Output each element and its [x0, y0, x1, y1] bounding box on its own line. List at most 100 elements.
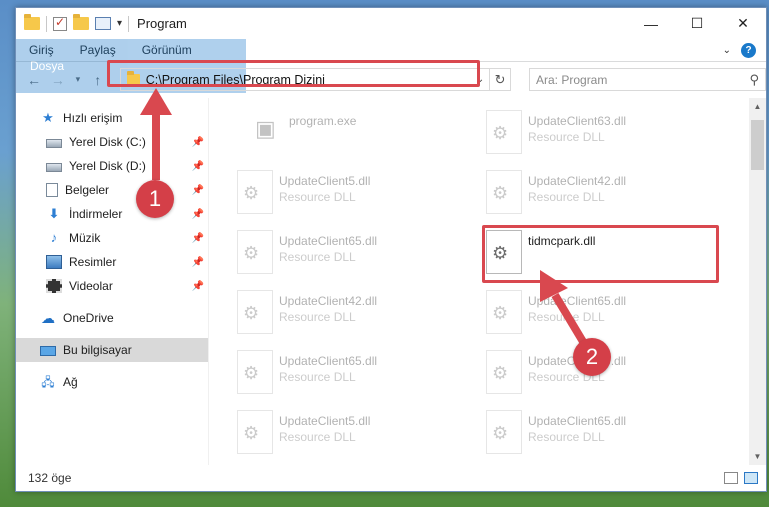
file-name: UpdateClient5.dll — [279, 414, 371, 428]
pin-icon: 📌 — [191, 208, 204, 220]
file-type: Resource DLL — [279, 190, 356, 204]
sidebar-item-onedrive[interactable]: ☁ OneDrive — [16, 306, 208, 330]
file-name: UpdateClient42.dll — [528, 174, 627, 188]
close-button[interactable]: ✕ — [720, 8, 766, 39]
file-type: Resource DLL — [279, 370, 356, 384]
file-name: UpdateClient63.dll — [528, 114, 627, 128]
file-type: Resource DLL — [528, 130, 605, 144]
explorer-window: ▾ Program — ☐ ✕ Dosya Giriş Paylaş Görün… — [15, 7, 767, 492]
dll-gear-icon — [237, 350, 273, 394]
window-title: Program — [137, 16, 187, 31]
pin-icon: 📌 — [191, 184, 204, 196]
status-bar: 132 öge — [16, 465, 766, 491]
file-item[interactable]: UpdateClient42.dll Resource DLL — [237, 290, 467, 344]
vertical-scrollbar[interactable]: ▲ ▼ — [749, 98, 766, 465]
file-item[interactable]: UpdateClient65.dll Resource DLL — [237, 350, 467, 404]
file-item[interactable]: UpdateClient42.dll Resource DLL — [486, 170, 716, 224]
dll-gear-icon — [237, 410, 273, 454]
sidebar-item-quick-access[interactable]: ★ Hızlı erişim — [16, 106, 208, 130]
dll-gear-icon — [237, 290, 273, 334]
help-icon[interactable]: ? — [741, 42, 756, 58]
pin-icon: 📌 — [191, 256, 204, 268]
sidebar-item-label: Resimler — [69, 255, 117, 269]
minimize-button[interactable]: — — [628, 8, 674, 39]
dll-gear-icon — [486, 290, 522, 334]
properties-check-icon[interactable] — [53, 15, 67, 31]
file-item[interactable]: UpdateClient63.dll Resource DLL — [486, 110, 716, 164]
file-item[interactable]: program.exe — [247, 110, 477, 164]
file-type: Resource DLL — [279, 430, 356, 444]
expand-ribbon-icon[interactable]: ⌄ — [723, 45, 731, 56]
dll-gear-icon — [486, 110, 522, 154]
cloud-icon: ☁ — [41, 310, 55, 326]
dll-gear-icon — [237, 230, 273, 274]
sidebar-item-label: Yerel Disk (C:) — [69, 135, 146, 149]
file-list: program.exe UpdateClient63.dll Resource D… — [209, 98, 766, 465]
sidebar-item-label: Videolar — [69, 279, 113, 293]
file-name: tidmcpark.dll — [528, 234, 596, 248]
sidebar-item-music[interactable]: ♪ Müzik 📌 — [16, 226, 208, 250]
sidebar-item-pictures[interactable]: Resimler 📌 — [16, 250, 208, 274]
folder-icon — [24, 14, 40, 30]
sidebar-item-downloads[interactable]: ⬇ İndirmeler 📌 — [16, 202, 208, 226]
drive-icon — [46, 163, 62, 172]
maximize-button[interactable]: ☐ — [674, 8, 720, 39]
sidebar-item-videos[interactable]: Videolar 📌 — [16, 274, 208, 298]
executable-icon — [247, 110, 283, 154]
scroll-thumb[interactable] — [751, 120, 764, 170]
file-item[interactable]: UpdateClient5.dll Resource DLL — [237, 410, 467, 464]
file-item[interactable]: UpdateClient65.dll Resource DLL — [237, 230, 467, 284]
sidebar-item-this-pc[interactable]: Bu bilgisayar — [16, 338, 208, 362]
file-name: UpdateClient42.dll — [279, 294, 378, 308]
quick-access-toolbar: ▾ — [16, 14, 130, 32]
file-type: Resource DLL — [279, 310, 356, 324]
item-count: 132 öge — [28, 471, 72, 485]
customize-dropdown-icon[interactable]: ▾ — [117, 18, 122, 29]
address-bar[interactable]: C:\Program Files\Program Dizini ⌄ — [119, 68, 491, 91]
sidebar-item-label: Bu bilgisayar — [63, 343, 132, 357]
divider — [46, 15, 47, 32]
sidebar-item-disk-c[interactable]: Yerel Disk (C:) 📌 — [16, 130, 208, 154]
star-icon: ★ — [42, 110, 54, 125]
main-area: ★ Hızlı erişim Yerel Disk (C:) 📌 Yerel D… — [16, 98, 766, 465]
sidebar-item-disk-d[interactable]: Yerel Disk (D:) 📌 — [16, 154, 208, 178]
sidebar-item-label: Hızlı erişim — [63, 111, 123, 125]
dll-gear-icon — [486, 410, 522, 454]
file-type: Resource DLL — [528, 370, 605, 384]
address-path: C:\Program Files\Program Dizini — [145, 72, 325, 87]
scroll-down-icon[interactable]: ▼ — [749, 448, 766, 465]
sidebar-item-documents[interactable]: Belgeler 📌 — [16, 178, 208, 202]
pin-icon: 📌 — [191, 136, 204, 148]
file-item[interactable]: UpdateClient65.dll Resource DLL — [486, 410, 716, 464]
view-properties-icon[interactable] — [95, 17, 111, 30]
search-input[interactable]: Ara: Program ⚲ — [529, 68, 766, 91]
refresh-button[interactable]: ↻ — [489, 68, 511, 91]
sidebar-item-label: Yerel Disk (D:) — [69, 159, 146, 173]
videos-icon — [46, 279, 62, 293]
pictures-icon — [46, 255, 62, 269]
file-name: UpdateClient5.dll — [279, 174, 371, 188]
window-controls: — ☐ ✕ — [628, 8, 766, 39]
sidebar-item-network[interactable]: 🖧 Ağ — [16, 370, 208, 394]
file-type: Resource DLL — [279, 250, 356, 264]
pin-icon: 📌 — [191, 232, 204, 244]
file-item[interactable]: UpdateClient5.dll Resource DLL — [237, 170, 467, 224]
dll-gear-icon — [237, 170, 273, 214]
dll-gear-icon — [486, 350, 522, 394]
search-placeholder: Ara: Program — [536, 72, 608, 87]
scroll-up-icon[interactable]: ▲ — [749, 98, 766, 115]
new-folder-icon[interactable] — [73, 14, 89, 30]
details-view-icon[interactable] — [724, 472, 738, 484]
drive-icon — [46, 139, 62, 148]
file-type: Resource DLL — [528, 430, 605, 444]
address-dropdown-icon[interactable]: ⌄ — [471, 74, 489, 85]
pin-icon: 📌 — [191, 280, 204, 292]
file-name: UpdateClient65.dll — [528, 414, 627, 428]
title-bar: ▾ Program — ☐ ✕ — [16, 8, 766, 39]
sidebar-item-label: Belgeler — [65, 183, 110, 197]
file-item[interactable]: UpdateClient65.dll Resource DLL — [486, 290, 716, 344]
file-item[interactable]: UpdateClient65.dll Resource DLL — [486, 350, 716, 404]
file-name: UpdateClient65.dll — [528, 354, 627, 368]
large-icons-view-icon[interactable] — [744, 472, 758, 484]
file-item-tidmcpark[interactable]: tidmcpark.dll — [486, 230, 716, 284]
